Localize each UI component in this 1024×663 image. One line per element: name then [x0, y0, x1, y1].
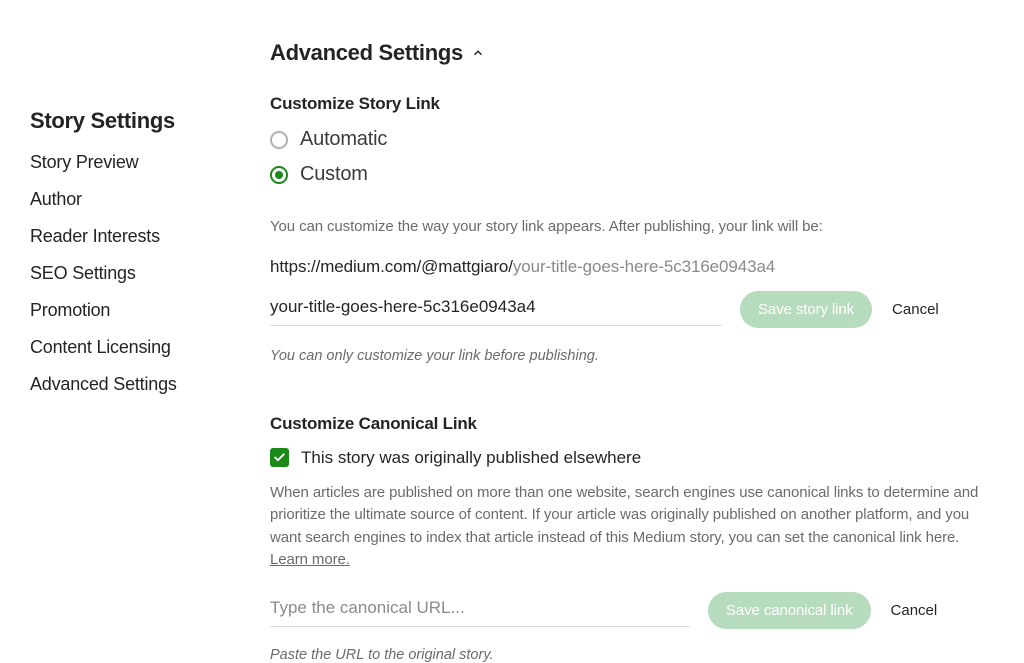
checkbox-checked-icon [270, 448, 289, 467]
canonical-help: When articles are published on more than… [270, 482, 990, 572]
story-link-url-preview: https://medium.com/@mattgiaro/your-title… [270, 257, 990, 277]
sidebar-item-promotion[interactable]: Promotion [30, 300, 270, 321]
radio-custom[interactable]: Custom [270, 163, 990, 186]
radio-icon-selected [270, 166, 288, 184]
story-link-help1: You can customize the way your story lin… [270, 216, 990, 239]
main-content: Advanced Settings Customize Story Link A… [270, 40, 994, 663]
section-title-text: Advanced Settings [270, 40, 463, 66]
chevron-up-icon [471, 46, 485, 60]
sidebar-item-advanced-settings[interactable]: Advanced Settings [30, 374, 270, 395]
canonical-title: Customize Canonical Link [270, 414, 990, 434]
learn-more-link[interactable]: Learn more. [270, 551, 350, 568]
save-canonical-link-button[interactable]: Save canonical link [708, 592, 871, 629]
sidebar-item-story-preview[interactable]: Story Preview [30, 152, 270, 173]
check-icon [273, 451, 286, 464]
canonical-url-input[interactable] [270, 592, 690, 627]
radio-automatic-label: Automatic [300, 128, 387, 151]
story-link-title: Customize Story Link [270, 94, 990, 114]
story-link-url-slug: your-title-goes-here-5c316e0943a4 [513, 257, 775, 276]
cancel-canonical-link-button[interactable]: Cancel [891, 602, 938, 619]
radio-icon [270, 131, 288, 149]
radio-custom-label: Custom [300, 163, 368, 186]
sidebar-item-reader-interests[interactable]: Reader Interests [30, 226, 270, 247]
sidebar-item-content-licensing[interactable]: Content Licensing [30, 337, 270, 358]
sidebar-item-seo-settings[interactable]: SEO Settings [30, 263, 270, 284]
canonical-checkbox-row[interactable]: This story was originally published else… [270, 448, 990, 468]
cancel-story-link-button[interactable]: Cancel [892, 301, 939, 318]
story-link-slug-input[interactable] [270, 291, 722, 326]
canonical-checkbox-label: This story was originally published else… [301, 448, 641, 468]
sidebar: Story Settings Story Preview Author Read… [30, 40, 270, 663]
save-story-link-button[interactable]: Save story link [740, 291, 872, 328]
section-toggle-advanced-settings[interactable]: Advanced Settings [270, 40, 990, 66]
radio-automatic[interactable]: Automatic [270, 128, 990, 151]
customize-canonical-section: Customize Canonical Link This story was … [270, 414, 990, 663]
story-link-help2: You can only customize your link before … [270, 348, 722, 364]
sidebar-title: Story Settings [30, 108, 270, 134]
sidebar-item-author[interactable]: Author [30, 189, 270, 210]
customize-story-link-section: Customize Story Link Automatic Custom Yo… [270, 94, 990, 364]
story-link-url-base: https://medium.com/@mattgiaro/ [270, 257, 513, 276]
